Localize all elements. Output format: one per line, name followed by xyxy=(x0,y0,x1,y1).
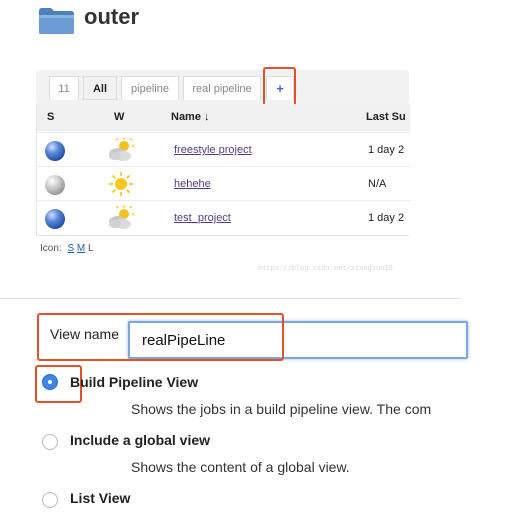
status-blue-ball-icon xyxy=(45,209,65,229)
highlight-view-name xyxy=(37,313,284,361)
option-include-global-view-title[interactable]: Include a global view xyxy=(70,432,210,448)
table-row: hehehe N/A xyxy=(37,166,410,201)
table-row: freestyle project 1 day 2 xyxy=(37,132,410,167)
tab-11[interactable]: 11 xyxy=(49,76,79,100)
tab-pipeline[interactable]: pipeline xyxy=(121,76,179,100)
last-success: 1 day 2 xyxy=(368,144,405,156)
status-grey-ball-icon xyxy=(45,175,65,195)
job-link-test-project[interactable]: test_project xyxy=(174,212,231,224)
jobs-table: S W Name ↓ Last Su freestyle project 1 d… xyxy=(36,104,410,236)
status-blue-ball-icon xyxy=(45,141,65,161)
radio-list-view[interactable] xyxy=(42,492,58,508)
watermark: https://blog.csdn.net/xiangsun10 xyxy=(258,264,393,272)
radio-include-global-view[interactable] xyxy=(42,434,58,450)
tab-real-pipeline[interactable]: real pipeline xyxy=(183,76,261,100)
page-title: outer xyxy=(84,4,139,29)
cloudy-sun-icon xyxy=(109,205,134,229)
option-include-global-view-desc: Shows the content of a global view. xyxy=(131,459,350,475)
last-success: N/A xyxy=(368,178,387,190)
last-success: 1 day 2 xyxy=(368,212,405,224)
icon-size-label: Icon: xyxy=(40,243,62,254)
table-header: S W Name ↓ Last Su xyxy=(37,104,410,131)
section-divider xyxy=(0,298,460,299)
icon-size-medium-link[interactable]: M xyxy=(77,243,85,254)
job-link-freestyle-project[interactable]: freestyle project xyxy=(174,144,252,156)
icon-size-selector: Icon: S M L xyxy=(40,243,94,254)
column-header-status[interactable]: S xyxy=(47,111,54,123)
column-header-weather[interactable]: W xyxy=(114,111,124,123)
sunny-icon xyxy=(109,172,133,196)
job-link-hehehe[interactable]: hehehe xyxy=(174,178,211,190)
column-header-last-success[interactable]: Last Su xyxy=(366,111,406,123)
highlight-add-view xyxy=(263,67,296,107)
option-list-view-title[interactable]: List View xyxy=(70,490,130,506)
folder-icon xyxy=(39,8,74,34)
option-build-pipeline-view-desc: Shows the jobs in a build pipeline view.… xyxy=(131,401,432,417)
cloudy-sun-icon xyxy=(109,137,134,161)
icon-size-small-link[interactable]: S xyxy=(67,243,74,254)
option-build-pipeline-view-title[interactable]: Build Pipeline View xyxy=(70,374,198,390)
icon-size-large: L xyxy=(88,243,94,254)
table-row: test_project 1 day 2 xyxy=(37,200,410,235)
column-header-name[interactable]: Name ↓ xyxy=(171,111,210,123)
tab-all[interactable]: All xyxy=(83,76,117,100)
